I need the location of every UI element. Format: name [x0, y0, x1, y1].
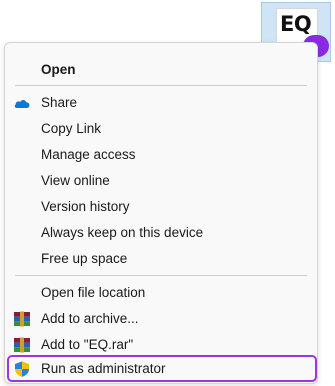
menu-item-label: Share — [41, 95, 78, 110]
menu-item-label: Manage access — [41, 147, 136, 162]
menu-item-open[interactable]: Open — [5, 57, 317, 83]
menu-separator — [15, 275, 307, 276]
menu-item-label: Free up space — [41, 251, 128, 266]
menu-item-add-to-archive[interactable]: Add to archive... — [5, 306, 317, 332]
menu-separator — [15, 85, 307, 86]
winrar-icon — [14, 337, 30, 353]
menu-item-label: Always keep on this device — [41, 225, 204, 240]
menu-item-share[interactable]: Share — [5, 90, 317, 116]
menu-item-manage-access[interactable]: Manage access — [5, 142, 317, 168]
menu-item-open-file-location[interactable]: Open file location — [5, 280, 317, 306]
menu-item-label: Copy Link — [41, 121, 102, 136]
menu-item-free-up-space[interactable]: Free up space — [5, 246, 317, 272]
menu-item-label: Add to archive... — [41, 311, 139, 326]
context-menu: Open Share Copy Link Manage access View … — [4, 42, 318, 384]
winrar-icon — [14, 311, 30, 327]
menu-item-label: Open file location — [41, 285, 146, 300]
menu-item-label: Version history — [41, 199, 130, 214]
menu-item-always-keep[interactable]: Always keep on this device — [5, 220, 317, 246]
menu-item-label: View online — [41, 173, 110, 188]
menu-item-version-history[interactable]: Version history — [5, 194, 317, 220]
menu-item-copy-link[interactable]: Copy Link — [5, 116, 317, 142]
onedrive-cloud-icon — [14, 100, 30, 108]
menu-item-view-online[interactable]: View online — [5, 168, 317, 194]
highlight-outline — [7, 355, 317, 382]
menu-item-label: Open — [41, 62, 76, 77]
file-icon-label: EQ — [280, 12, 312, 36]
